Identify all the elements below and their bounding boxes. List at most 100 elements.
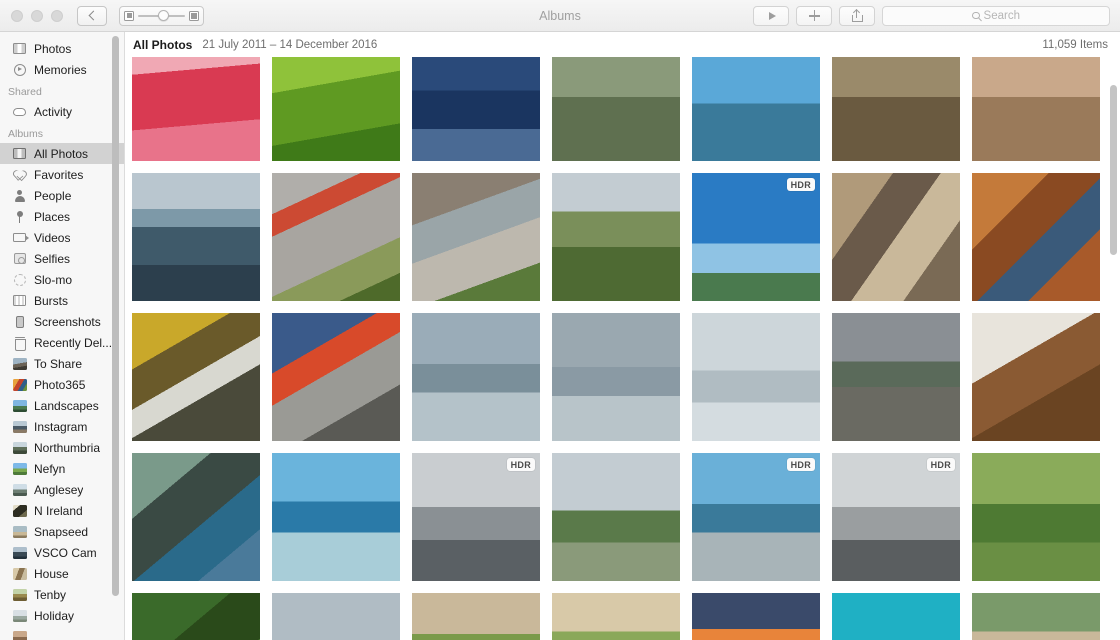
sidebar-item-photos[interactable]: Photos bbox=[0, 38, 124, 59]
photo-thumbnail[interactable]: HDR bbox=[832, 453, 960, 581]
item-count: 11,059 Items bbox=[1042, 38, 1108, 51]
photo-thumbnail[interactable] bbox=[832, 313, 960, 441]
back-button[interactable] bbox=[77, 5, 107, 26]
photo-thumbnail[interactable]: HDR bbox=[692, 453, 820, 581]
photo-thumbnail[interactable] bbox=[972, 313, 1100, 441]
photo-image bbox=[412, 313, 540, 441]
photo-thumbnail[interactable] bbox=[272, 453, 400, 581]
photo-thumbnail[interactable] bbox=[692, 593, 820, 640]
photo-thumbnail[interactable] bbox=[132, 57, 260, 161]
photo-thumbnail[interactable] bbox=[832, 593, 960, 640]
photo-thumbnail[interactable] bbox=[692, 313, 820, 441]
photo-thumbnail[interactable] bbox=[972, 173, 1100, 301]
sidebar-item-videos[interactable]: Videos bbox=[0, 227, 124, 248]
photo-thumbnail[interactable] bbox=[272, 593, 400, 640]
sidebar-item-to-share[interactable]: To Share bbox=[0, 353, 124, 374]
selfie-camera-icon-glyph bbox=[13, 253, 26, 264]
sidebar-item-nefyn[interactable]: Nefyn bbox=[0, 458, 124, 479]
sidebar-item-anglesey[interactable]: Anglesey bbox=[0, 479, 124, 500]
sidebar-item-bursts[interactable]: Bursts bbox=[0, 290, 124, 311]
sidebar-scrollbar[interactable] bbox=[112, 36, 119, 596]
sidebar-item-landscapes[interactable]: Landscapes bbox=[0, 395, 124, 416]
photo-thumbnail[interactable] bbox=[552, 453, 680, 581]
photo-thumbnail[interactable] bbox=[412, 313, 540, 441]
sidebar-item-holiday[interactable]: Holiday bbox=[0, 605, 124, 626]
sidebar-item-places[interactable]: Places bbox=[0, 206, 124, 227]
sidebar-item-selfies[interactable]: Selfies bbox=[0, 248, 124, 269]
sidebar-item-photo365[interactable]: Photo365 bbox=[0, 374, 124, 395]
photo-image bbox=[972, 453, 1100, 581]
bursts-icon-glyph bbox=[13, 295, 26, 306]
photo-thumbnail[interactable] bbox=[412, 593, 540, 640]
slider-knob[interactable] bbox=[158, 10, 170, 21]
small-grid-icon bbox=[124, 10, 134, 21]
sidebar-item-label: Activity bbox=[34, 104, 73, 119]
photo-thumbnail[interactable] bbox=[412, 57, 540, 161]
chevron-left-icon bbox=[88, 10, 98, 21]
photo-thumbnail[interactable] bbox=[972, 453, 1100, 581]
sidebar-item-n-ireland[interactable]: N Ireland bbox=[0, 500, 124, 521]
photo-thumbnail[interactable] bbox=[552, 593, 680, 640]
photo-thumbnail[interactable] bbox=[832, 173, 960, 301]
sidebar-item-instagram[interactable]: Instagram bbox=[0, 416, 124, 437]
photo-thumbnail[interactable] bbox=[272, 57, 400, 161]
plus-icon bbox=[808, 10, 820, 21]
album-thumbnail bbox=[12, 588, 27, 602]
slideshow-button[interactable] bbox=[753, 5, 789, 26]
sidebar-item-activity[interactable]: Activity bbox=[0, 101, 124, 122]
sidebar-item-label: Holiday bbox=[34, 608, 75, 623]
sidebar-item-screenshots[interactable]: Screenshots bbox=[0, 311, 124, 332]
photo-thumbnail[interactable]: HDR bbox=[412, 453, 540, 581]
sidebar-item-vsco-cam[interactable]: VSCO Cam bbox=[0, 542, 124, 563]
all-photos-icon-glyph bbox=[13, 148, 26, 159]
photo-thumbnail[interactable] bbox=[552, 57, 680, 161]
photo-thumbnail[interactable] bbox=[692, 57, 820, 161]
search-field[interactable]: Search bbox=[882, 5, 1110, 26]
photo-thumbnail[interactable]: HDR bbox=[692, 173, 820, 301]
sidebar-item-label: Screenshots bbox=[34, 314, 101, 329]
photo-thumbnail[interactable] bbox=[272, 173, 400, 301]
zoom-button[interactable] bbox=[51, 9, 63, 22]
sidebar-item-slo-mo[interactable]: Slo-mo bbox=[0, 269, 124, 290]
sidebar-item-album[interactable] bbox=[0, 626, 124, 640]
close-button[interactable] bbox=[11, 9, 23, 22]
sidebar-item-all-photos[interactable]: All Photos bbox=[0, 143, 124, 164]
photo-image bbox=[972, 593, 1100, 640]
photo-image bbox=[692, 453, 820, 581]
photo-image bbox=[272, 57, 400, 161]
photo-thumbnail[interactable] bbox=[972, 593, 1100, 640]
screenshot-icon-glyph bbox=[15, 315, 24, 328]
minimize-button[interactable] bbox=[31, 9, 43, 22]
heart-icon-glyph bbox=[14, 170, 25, 180]
sidebar-item-northumbria[interactable]: Northumbria bbox=[0, 437, 124, 458]
photo-thumbnail[interactable] bbox=[132, 173, 260, 301]
photo-thumbnail[interactable] bbox=[552, 173, 680, 301]
sidebar-item-people[interactable]: People bbox=[0, 185, 124, 206]
share-button[interactable] bbox=[839, 5, 875, 26]
sidebar-item-favorites[interactable]: Favorites bbox=[0, 164, 124, 185]
sidebar-item-tenby[interactable]: Tenby bbox=[0, 584, 124, 605]
photo-thumbnail[interactable] bbox=[972, 57, 1100, 161]
sidebar-item-label: To Share bbox=[34, 356, 83, 371]
sidebar-item-memories[interactable]: Memories bbox=[0, 59, 124, 80]
photo-image bbox=[692, 593, 820, 640]
hdr-badge: HDR bbox=[786, 178, 815, 191]
photo-thumbnail[interactable] bbox=[272, 313, 400, 441]
photo-thumbnail[interactable] bbox=[132, 453, 260, 581]
sidebar-item-recently-del[interactable]: Recently Del... bbox=[0, 332, 124, 353]
sidebar-item-snapseed[interactable]: Snapseed bbox=[0, 521, 124, 542]
photo-thumbnail[interactable] bbox=[552, 313, 680, 441]
photo-thumbnail[interactable] bbox=[132, 313, 260, 441]
photo-thumbnail[interactable] bbox=[132, 593, 260, 640]
hdr-badge: HDR bbox=[926, 458, 955, 471]
content-scrollbar[interactable] bbox=[1110, 85, 1117, 255]
photo-grid-scroll-area[interactable]: HDR HDR HDR HDR bbox=[125, 57, 1120, 640]
photo-thumbnail[interactable] bbox=[832, 57, 960, 161]
photo-image bbox=[692, 313, 820, 441]
photo-thumbnail[interactable] bbox=[412, 173, 540, 301]
trash-icon-glyph bbox=[14, 336, 26, 351]
sidebar-item-house[interactable]: House bbox=[0, 563, 124, 584]
photo-image bbox=[412, 453, 540, 581]
thumbnail-size-slider[interactable] bbox=[119, 5, 204, 26]
add-button[interactable] bbox=[796, 5, 832, 26]
